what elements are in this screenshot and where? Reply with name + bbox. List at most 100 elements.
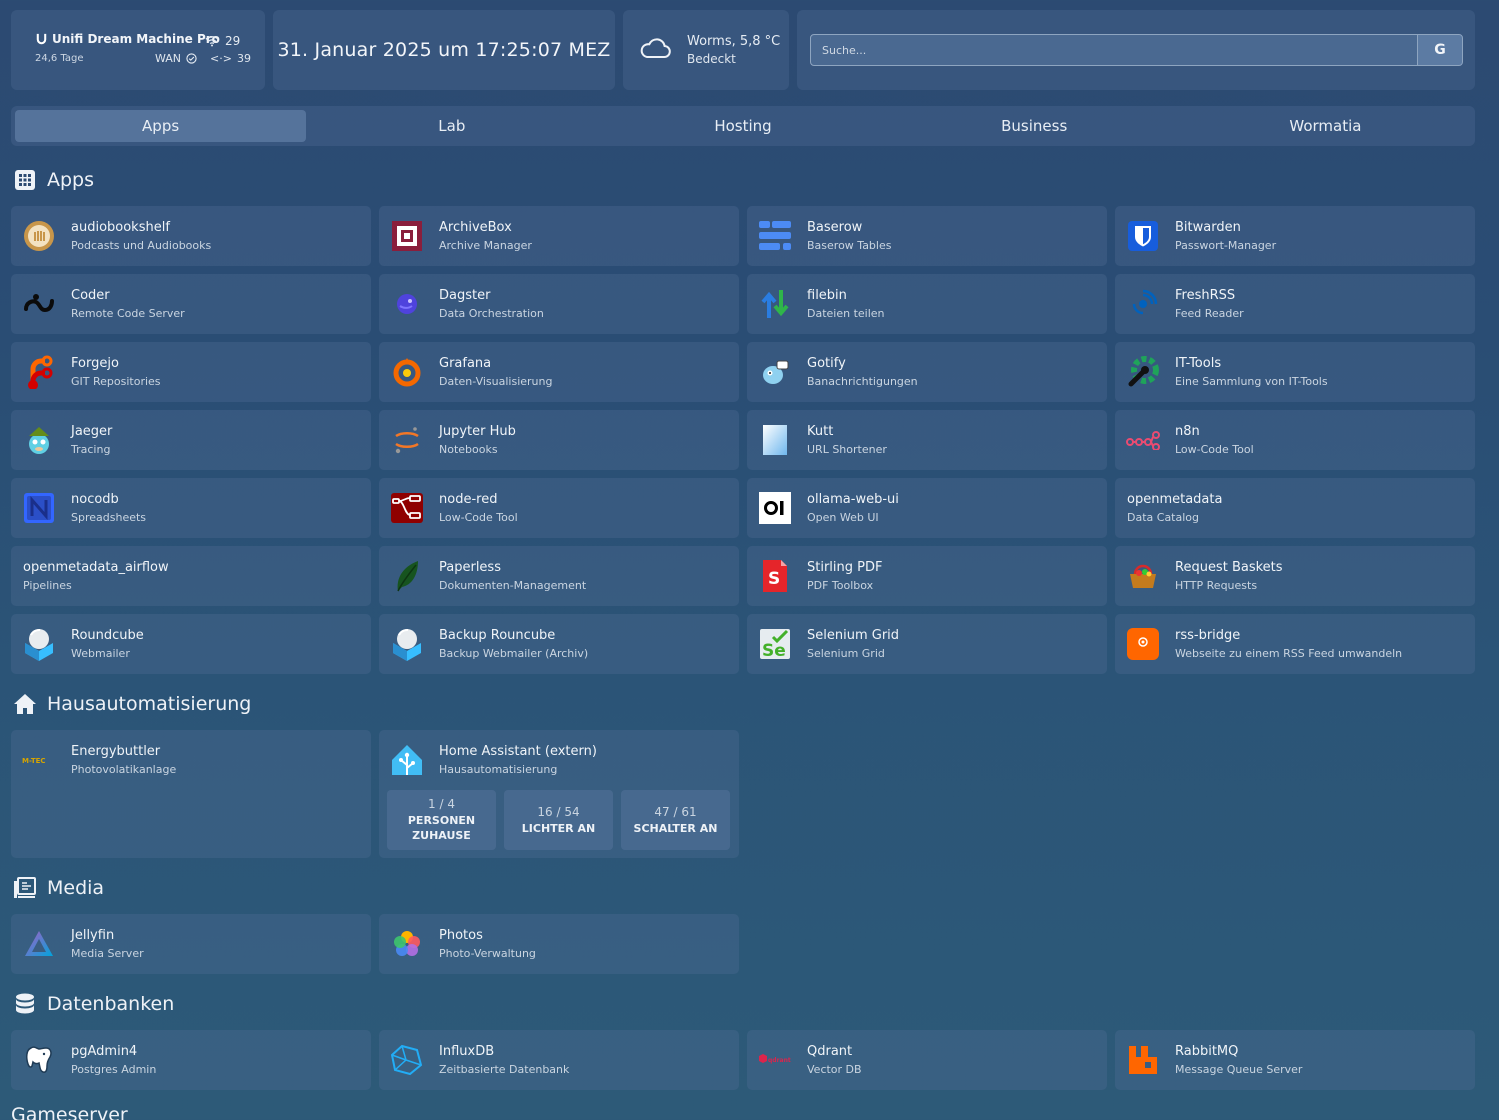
- app-tile-jellyfin[interactable]: Jellyfin Media Server: [11, 914, 371, 974]
- tab-business[interactable]: Business: [889, 110, 1180, 142]
- app-tile-rabbitmq[interactable]: RabbitMQ Message Queue Server: [1115, 1030, 1475, 1090]
- app-tile-pgadmin4[interactable]: pgAdmin4 Postgres Admin: [11, 1030, 371, 1090]
- app-name: nocodb: [71, 492, 119, 507]
- app-tile-audiobookshelf[interactable]: audiobookshelf Podcasts und Audiobooks: [11, 206, 371, 266]
- app-tile-roundcube[interactable]: Roundcube Webmailer: [11, 614, 371, 674]
- weather-widget[interactable]: Worms, 5,8 °C Bedeckt: [623, 10, 789, 90]
- ethernet-icon: <·>: [210, 52, 232, 65]
- app-tile-stirling-pdf[interactable]: S Stirling PDF PDF Toolbox: [747, 546, 1107, 606]
- app-tile-request-baskets[interactable]: Request Baskets HTTP Requests: [1115, 546, 1475, 606]
- svg-text:S: S: [768, 569, 780, 589]
- grafana-icon: [390, 355, 424, 389]
- app-description: Low-Code Tool: [439, 511, 518, 524]
- stat-label: SCHALTER AN: [633, 821, 718, 835]
- section-gameserver: Gameserver: [11, 1104, 128, 1120]
- app-tile-paperless[interactable]: Paperless Dokumenten-Management: [379, 546, 739, 606]
- google-search-button[interactable]: G: [1417, 35, 1462, 65]
- section-apps: Apps: [13, 168, 94, 192]
- app-name: Energybuttler: [71, 744, 161, 759]
- app-tile-nocodb[interactable]: nocodb Spreadsheets: [11, 478, 371, 538]
- app-description: Feed Reader: [1175, 307, 1244, 320]
- media-library-icon: [14, 877, 36, 898]
- app-name: Kutt: [807, 424, 834, 439]
- roundcube-icon: [390, 627, 424, 661]
- stat-label: LICHTER AN: [521, 821, 596, 835]
- app-name: Jaeger: [71, 424, 113, 439]
- app-description: Eine Sammlung von IT-Tools: [1175, 375, 1328, 388]
- app-name: Dagster: [439, 288, 491, 303]
- section-title: Media: [47, 877, 105, 899]
- app-name: FreshRSS: [1175, 288, 1236, 303]
- search-widget: G: [797, 10, 1475, 90]
- section-databases: Datenbanken: [13, 992, 174, 1016]
- app-description: Postgres Admin: [71, 1063, 157, 1076]
- weather-location-temp: Worms, 5,8 °C: [687, 34, 781, 49]
- app-tile-gotify[interactable]: Gotify Banachrichtigungen: [747, 342, 1107, 402]
- app-tile-rss-bridge[interactable]: rss-bridge Webseite zu einem RSS Feed um…: [1115, 614, 1475, 674]
- app-tile-grafana[interactable]: Grafana Daten-Visualisierung: [379, 342, 739, 402]
- unifi-widget[interactable]: Unifi Dream Machine Pro 24,6 Tage 29 WAN…: [11, 10, 265, 90]
- app-name: Forgejo: [71, 356, 119, 371]
- app-description: Data Catalog: [1127, 511, 1200, 524]
- archivebox-icon: [390, 219, 424, 253]
- app-tile-n8n[interactable]: n8n Low-Code Tool: [1115, 410, 1475, 470]
- app-tile-it-tools[interactable]: IT-Tools Eine Sammlung von IT-Tools: [1115, 342, 1475, 402]
- app-tile-coder[interactable]: Coder Remote Code Server: [11, 274, 371, 334]
- app-tile-forgejo[interactable]: Forgejo GIT Repositories: [11, 342, 371, 402]
- app-tile-archivebox[interactable]: ArchiveBox Archive Manager: [379, 206, 739, 266]
- app-name: pgAdmin4: [71, 1044, 138, 1059]
- app-tile-home-assistant[interactable]: Home Assistant (extern) Hausautomatisier…: [379, 730, 739, 858]
- search-input[interactable]: [811, 35, 1417, 65]
- section-media: Media: [13, 876, 104, 900]
- app-tile-selenium-grid[interactable]: Se Selenium Grid Selenium Grid: [747, 614, 1107, 674]
- nocodb-icon: [22, 491, 56, 525]
- jellyfin-icon: [22, 927, 56, 961]
- app-tile-openmetadata-airflow[interactable]: openmetadata_airflow Pipelines: [11, 546, 371, 606]
- check-circle-icon: [186, 53, 197, 64]
- app-name: Paperless: [439, 560, 501, 575]
- unifi-uptime: 24,6 Tage: [35, 53, 84, 64]
- app-name: Stirling PDF: [807, 560, 883, 575]
- app-tile-photos[interactable]: Photos Photo-Verwaltung: [379, 914, 739, 974]
- svg-text:M-TEC: M-TEC: [22, 757, 46, 765]
- app-tile-energybuttler[interactable]: M-TEC Energybuttler Photovolatikanlage: [11, 730, 371, 858]
- app-tile-backup-roundcube[interactable]: Backup Rouncube Backup Webmailer (Archiv…: [379, 614, 739, 674]
- app-tile-freshrss[interactable]: FreshRSS Feed Reader: [1115, 274, 1475, 334]
- app-tile-influxdb[interactable]: InfluxDB Zeitbasierte Datenbank: [379, 1030, 739, 1090]
- app-tile-qdrant[interactable]: qdrant Qdrant Vector DB: [747, 1030, 1107, 1090]
- app-tile-openmetadata[interactable]: openmetadata Data Catalog: [1115, 478, 1475, 538]
- datetime-widget: 31. Januar 2025 um 17:25:07 MEZ: [273, 10, 615, 90]
- weather-condition: Bedeckt: [687, 52, 736, 66]
- app-name: Qdrant: [807, 1044, 853, 1059]
- app-tile-ollama-web-ui[interactable]: ollama-web-ui Open Web UI: [747, 478, 1107, 538]
- influxdb-icon: [390, 1043, 424, 1077]
- svg-text:Se: Se: [762, 641, 786, 660]
- app-tile-jupyter-hub[interactable]: Jupyter Hub Notebooks: [379, 410, 739, 470]
- app-name: filebin: [807, 288, 847, 303]
- tab-hosting[interactable]: Hosting: [597, 110, 888, 142]
- app-name: Request Baskets: [1175, 560, 1283, 575]
- kutt-icon: [758, 423, 792, 457]
- app-tile-jaeger[interactable]: Jaeger Tracing: [11, 410, 371, 470]
- app-description: Media Server: [71, 947, 144, 960]
- tab-lab[interactable]: Lab: [306, 110, 597, 142]
- app-tile-baserow[interactable]: Baserow Baserow Tables: [747, 206, 1107, 266]
- app-description: HTTP Requests: [1175, 579, 1258, 592]
- app-tile-filebin[interactable]: filebin Dateien teilen: [747, 274, 1107, 334]
- app-name: Bitwarden: [1175, 220, 1241, 235]
- app-description: Banachrichtigungen: [807, 375, 918, 388]
- app-description: Message Queue Server: [1175, 1063, 1303, 1076]
- wan-label: WAN: [155, 52, 182, 65]
- app-tile-dagster[interactable]: Dagster Data Orchestration: [379, 274, 739, 334]
- stat-value: 47 / 61: [654, 804, 697, 819]
- tab-wormatia[interactable]: Wormatia: [1180, 110, 1471, 142]
- section-home-automation: Hausautomatisierung: [13, 692, 251, 716]
- app-tile-bitwarden[interactable]: Bitwarden Passwort-Manager: [1115, 206, 1475, 266]
- app-tile-kutt[interactable]: Kutt URL Shortener: [747, 410, 1107, 470]
- app-tile-node-red[interactable]: node-red Low-Code Tool: [379, 478, 739, 538]
- app-description: Photovolatikanlage: [71, 763, 177, 776]
- app-description: GIT Repositories: [71, 375, 161, 388]
- app-name: node-red: [439, 492, 498, 507]
- tab-apps[interactable]: Apps: [15, 110, 307, 142]
- node-red-icon: [390, 491, 424, 525]
